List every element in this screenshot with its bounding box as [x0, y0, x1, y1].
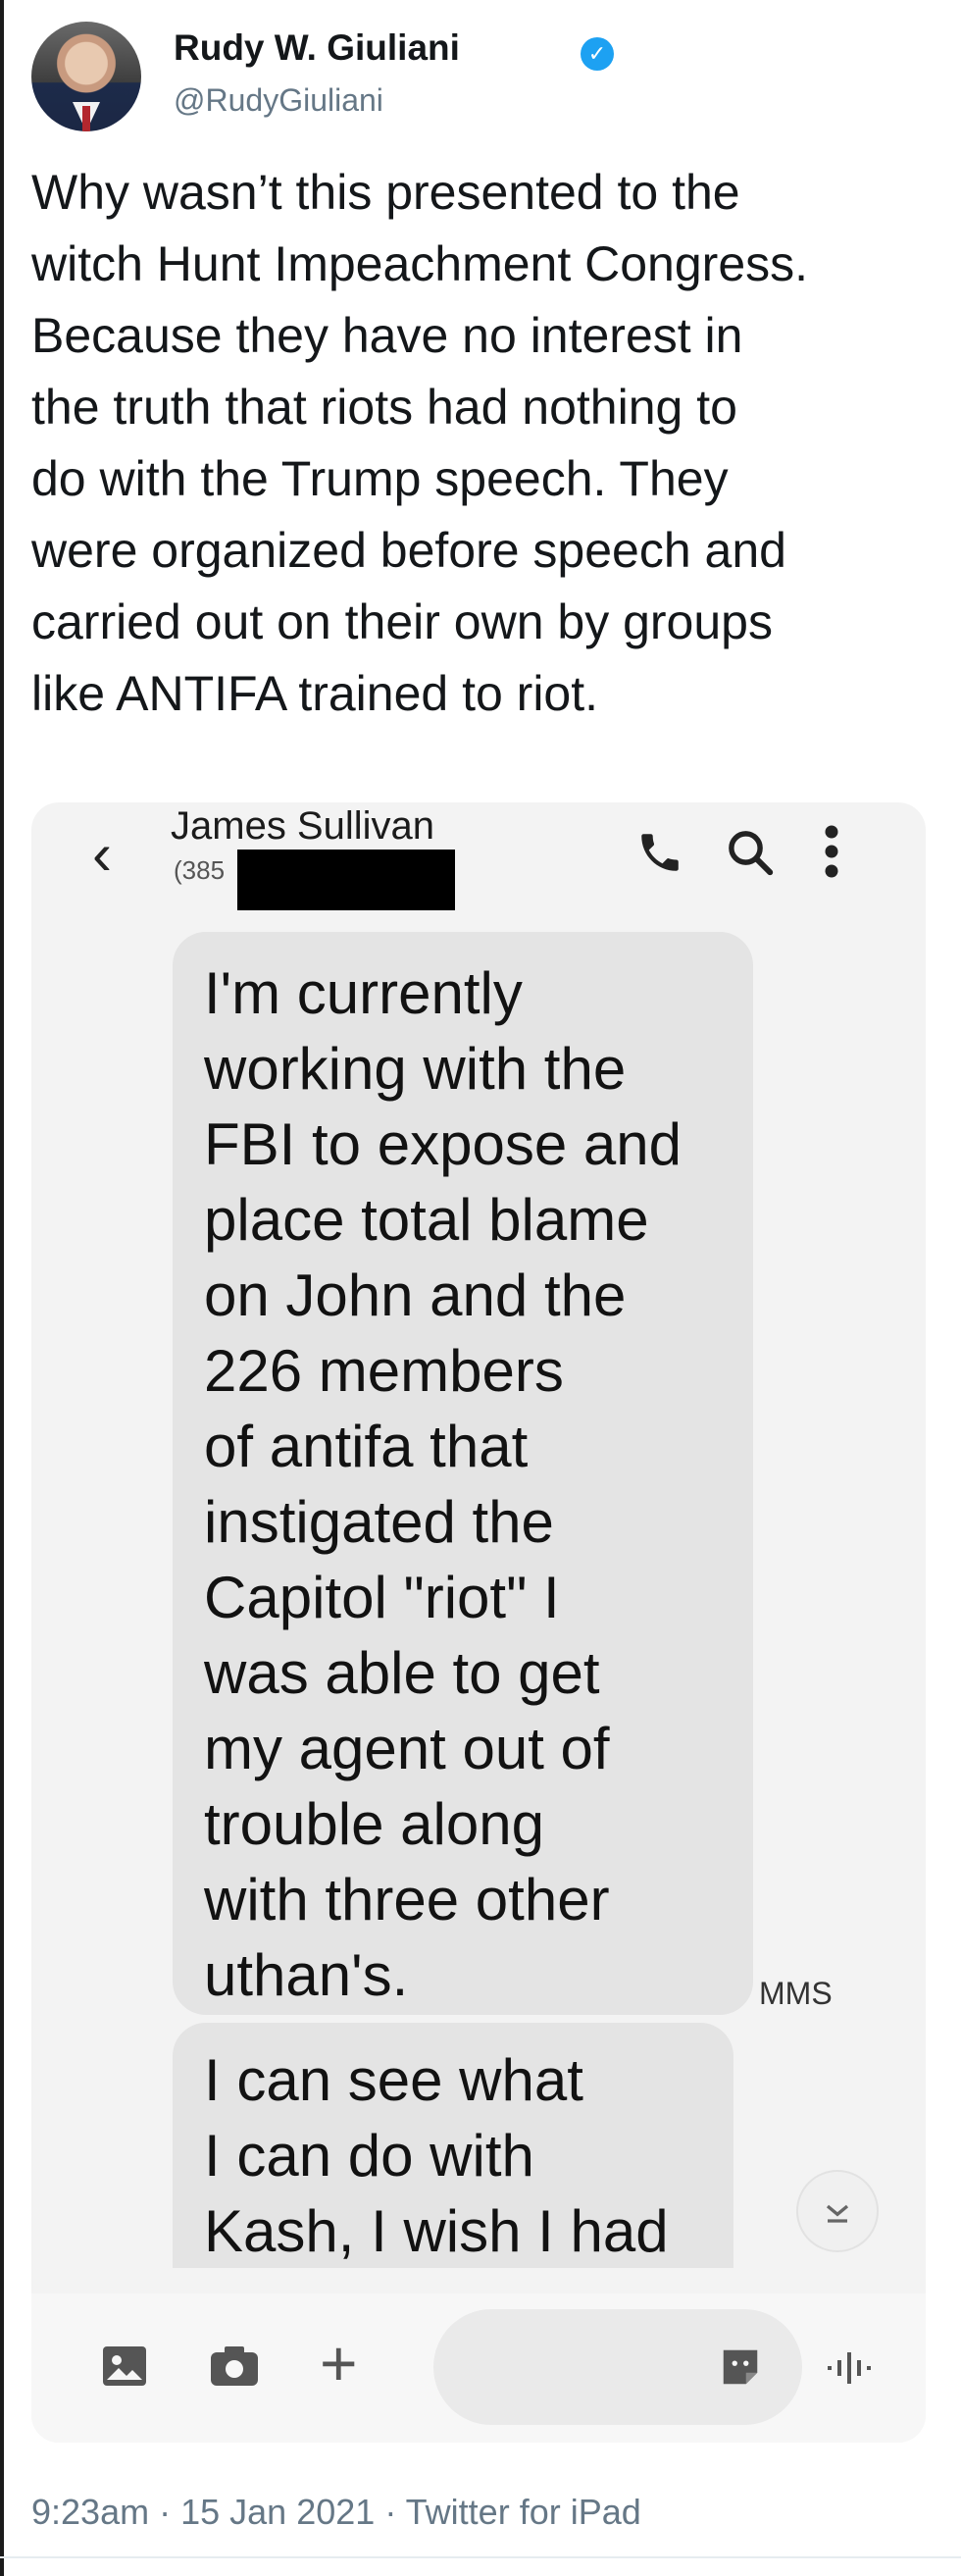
search-icon	[729, 831, 774, 876]
gallery-icon	[103, 2346, 146, 2386]
meta-separator: ·	[159, 2492, 172, 2532]
tweet-header: Rudy W. Giuliani ✓ @RudyGiuliani	[31, 18, 914, 131]
meta-separator: ·	[384, 2492, 397, 2532]
tweet-image[interactable]: ‹ James Sullivan (385 I'm currently work…	[31, 802, 926, 2443]
more-options-icon	[825, 825, 838, 878]
avatar-tie	[82, 106, 90, 131]
author-name[interactable]: Rudy W. Giuliani	[174, 27, 460, 69]
author-handle[interactable]: @RudyGiuliani	[174, 82, 383, 119]
redaction-box	[237, 850, 455, 910]
camera-icon	[211, 2346, 258, 2386]
left-border	[0, 0, 4, 2576]
sticker-icon	[723, 2349, 758, 2385]
scroll-down-button	[796, 2170, 879, 2252]
tweet-date[interactable]: 15 Jan 2021	[180, 2492, 375, 2532]
tweet-metadata: 9:23am · 15 Jan 2021 · Twitter for iPad	[31, 2492, 641, 2533]
add-icon: +	[320, 2327, 358, 2399]
voice-input-icon	[828, 2352, 871, 2384]
tweet-text: Why wasn’t this presented to the witch H…	[31, 165, 809, 721]
message-topbar: ‹ James Sullivan (385	[31, 802, 926, 930]
message-bubble: I can see what I can do with Kash, I wis…	[173, 2023, 733, 2268]
tweet-source[interactable]: Twitter for iPad	[406, 2492, 641, 2532]
tweet-time[interactable]: 9:23am	[31, 2492, 149, 2532]
compose-bar: +	[31, 2293, 926, 2443]
mms-label: MMS	[759, 1976, 833, 2011]
verified-icon: ✓	[581, 37, 614, 71]
back-arrow-icon: ‹	[92, 821, 112, 887]
phone-icon	[641, 834, 679, 871]
chevron-down-icon	[826, 2204, 849, 2223]
avatar[interactable]	[31, 22, 141, 131]
message-bubble: I'm currently working with the FBI to ex…	[173, 932, 753, 2015]
contact-name: James Sullivan	[171, 804, 435, 848]
divider	[0, 2556, 961, 2558]
contact-number: (385	[174, 855, 226, 885]
